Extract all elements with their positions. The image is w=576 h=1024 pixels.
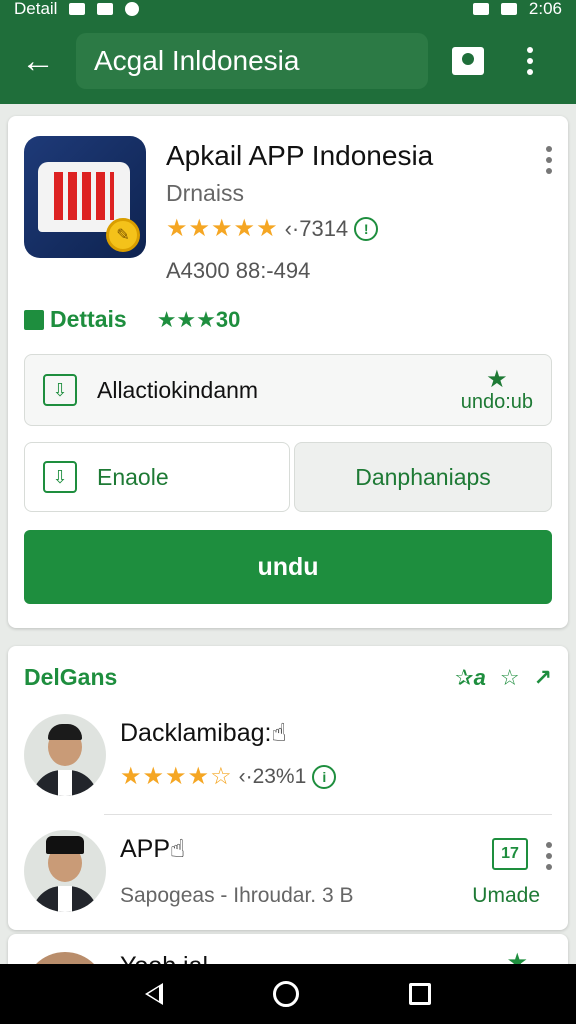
install-button[interactable]: undu [24, 530, 552, 604]
arrow-left-icon: ← [21, 41, 55, 80]
list-item-subtitle: Sapogeas - Ihroudar. 3 B [120, 884, 354, 907]
action-row-label: Allactiokindanm [97, 376, 259, 403]
section-header: DelGans ✰a ☆ ↗ [24, 664, 552, 691]
app-bar: ← Acgal Inldonesia [0, 18, 576, 104]
section-actions: ✰a ☆ ↗ [455, 665, 552, 691]
list-item-title: APP☝ [120, 835, 186, 863]
star-icon: ★ [486, 366, 508, 393]
details-row: Dettais ★★★30 [24, 306, 240, 333]
open-box-icon[interactable]: 17 [492, 838, 528, 870]
search-field[interactable]: Acgal Inldonesia [76, 33, 428, 89]
related-card: DelGans ✰a ☆ ↗ Dacklamibag:☝ ★★★★☆ ‹·23%… [8, 646, 568, 930]
avatar [24, 714, 106, 796]
app-rating: ★★★★★ ‹·7314 ! [166, 214, 379, 243]
enable-button[interactable]: ⇩ Enaole [24, 442, 290, 512]
undo-action[interactable]: ★ undo:ub [460, 366, 533, 413]
app-detail-card: ✎ Apkail APP Indonesia Drnaiss ★★★★★ ‹·7… [8, 116, 568, 628]
wifi-icon [472, 3, 489, 15]
clock: 2:06 [528, 0, 562, 18]
section-title: DelGans [24, 664, 118, 690]
download-box-icon: ⇩ [43, 461, 77, 493]
bookmark-button[interactable] [446, 39, 490, 83]
divider [104, 814, 552, 815]
section-action-1[interactable]: ✰a [455, 665, 486, 691]
rating-stars: ★★★★★ [166, 215, 279, 242]
app-developer[interactable]: Drnaiss [166, 180, 244, 207]
download-box-icon: ⇩ [43, 374, 77, 406]
enable-label: Enaole [97, 463, 169, 490]
search-text: Acgal Inldonesia [94, 45, 300, 76]
rating-count: ‹·23%1 [238, 764, 307, 788]
more-vert-icon [527, 47, 533, 75]
nav-back-icon[interactable] [145, 983, 163, 1005]
nav-recents-icon[interactable] [409, 983, 431, 1005]
app-meta: A4300 88:-494 [166, 258, 311, 283]
list-item[interactable]: APP☝ Sapogeas - Ihroudar. 3 B 17 Umade [24, 828, 552, 924]
more-vert-icon [546, 146, 552, 174]
permissions-label: Danphaniaps [355, 463, 491, 490]
carrier-label: Detail [14, 0, 58, 18]
details-label: Dettais [50, 306, 127, 332]
status-bar: Detail 2:06 [0, 0, 576, 18]
nav-home-icon[interactable] [273, 981, 299, 1007]
details-link[interactable]: Dettais [24, 306, 127, 333]
card-menu-button[interactable] [546, 146, 552, 174]
info-icon[interactable]: i [312, 764, 337, 789]
permissions-button[interactable]: Danphaniaps [294, 442, 552, 512]
install-label: undu [257, 552, 319, 581]
app-title: Apkail APP Indonesia [166, 140, 434, 171]
action-row[interactable]: ⇩ Allactiokindanm ★ undo:ub [24, 354, 552, 426]
rating-stars: ★★★★☆ [120, 763, 233, 790]
undo-label: undo:ub [460, 391, 533, 413]
overflow-menu-button[interactable] [508, 39, 552, 83]
details-icon [24, 309, 44, 330]
rating-count: ‹·7314 [284, 215, 349, 241]
more-vert-icon [546, 842, 552, 870]
section-action-3[interactable]: ↗ [534, 665, 552, 691]
back-button[interactable]: ← [16, 39, 60, 83]
details-rating: ★★★30 [156, 306, 241, 332]
avatar [24, 830, 106, 912]
bookmark-icon [452, 47, 484, 75]
battery-icon [500, 3, 517, 15]
system-nav-bar [0, 964, 576, 1024]
info-icon[interactable]: ! [354, 216, 379, 241]
app-icon[interactable]: ✎ [24, 136, 146, 258]
image-icon [97, 3, 114, 15]
update-button[interactable]: Umade [472, 884, 540, 908]
list-item-title: Dacklamibag:☝ [120, 719, 287, 747]
verified-badge-icon: ✎ [106, 218, 140, 252]
signal-icon [69, 3, 86, 15]
item-menu-button[interactable] [546, 842, 552, 870]
list-item[interactable]: Dacklamibag:☝ ★★★★☆ ‹·23%1 i [24, 712, 552, 808]
star-outline-icon[interactable]: ☆ [500, 665, 520, 691]
notification-icon [125, 2, 140, 16]
list-item-rating: ★★★★☆ ‹·23%1 i [120, 762, 337, 791]
